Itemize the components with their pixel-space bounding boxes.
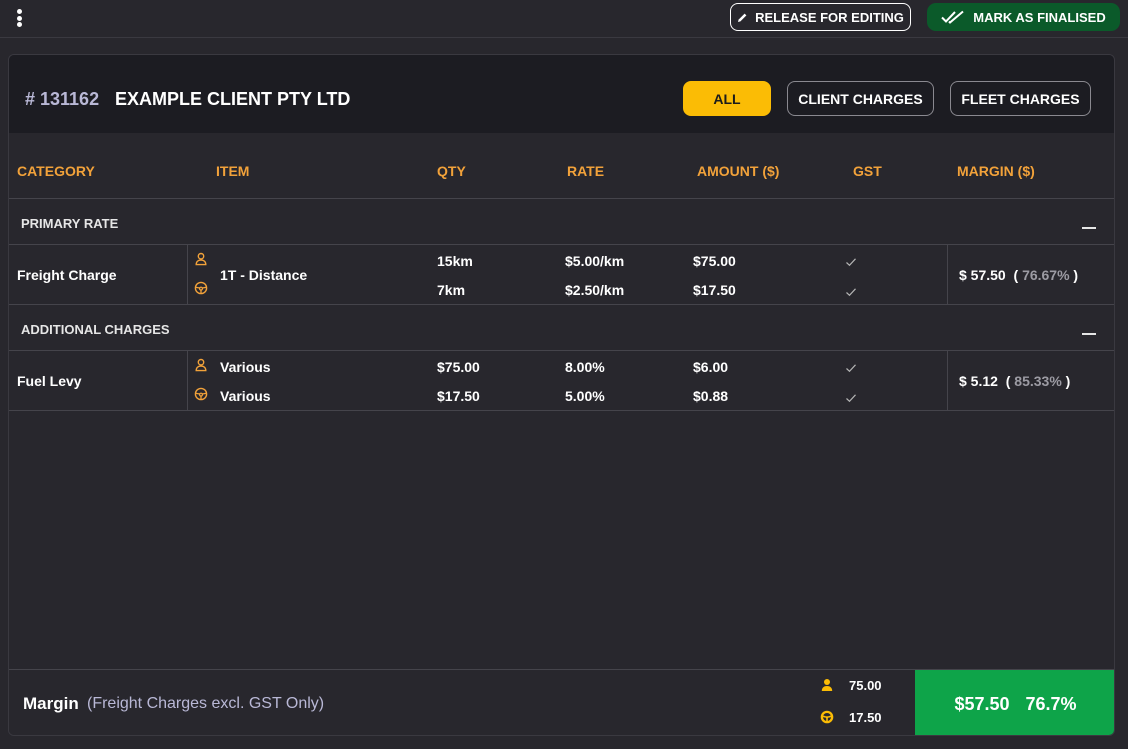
more-menu-icon[interactable]: [15, 9, 25, 27]
filter-fleet-charges-button[interactable]: FLEET CHARGES: [950, 81, 1091, 116]
fleet-total: 17.50: [849, 710, 882, 725]
top-bar: RELEASE FOR EDITING MARK AS FINALISED: [0, 0, 1128, 38]
section-title: ADDITIONAL CHARGES: [21, 322, 170, 337]
margin-footer: Margin (Freight Charges excl. GST Only) …: [9, 669, 1114, 735]
collapse-icon[interactable]: [1082, 227, 1096, 229]
margin-percent: 85.33%: [1014, 373, 1062, 389]
steering-wheel-icon: [194, 387, 208, 401]
fleet-rate: $2.50/km: [565, 282, 625, 298]
table-row-freight-charge: Freight Charge 1T - Distance 15km $5.00/…: [9, 245, 1114, 305]
margin-amount: $ 5.12: [959, 373, 998, 389]
client-name: EXAMPLE CLIENT PTY LTD: [115, 89, 351, 109]
person-icon: [194, 252, 208, 266]
release-for-editing-button[interactable]: RELEASE FOR EDITING: [730, 3, 911, 31]
fleet-qty: 7km: [437, 282, 466, 298]
person-icon: [820, 678, 834, 692]
client-qty: 15km: [437, 253, 473, 269]
check-icon: [845, 363, 857, 373]
table-header: CATEGORY ITEM QTY RATE AMOUNT ($) GST MA…: [9, 133, 1114, 199]
finalise-label: MARK AS FINALISED: [973, 9, 1106, 25]
collapse-icon[interactable]: [1082, 333, 1096, 335]
client-amount: $6.00: [693, 359, 729, 375]
client-amount: $75.00: [693, 253, 736, 269]
table-row-fuel-levy: Fuel Levy Various Various $75.00 8.00% $…: [9, 351, 1114, 411]
panel-header: # 131162 EXAMPLE CLIENT PTY LTD ALL CLIE…: [9, 55, 1114, 133]
column-margin: MARGIN ($): [957, 163, 1035, 179]
pencil-icon: [738, 13, 747, 22]
client-rate: $5.00/km: [565, 253, 625, 269]
fleet-rate: 5.00%: [565, 388, 605, 404]
margin-total-amount: $57.50: [954, 693, 1010, 714]
job-number: # 131162: [25, 89, 100, 109]
column-category: CATEGORY: [17, 163, 95, 179]
fleet-qty: $17.50: [437, 388, 480, 404]
row-category: Freight Charge: [17, 267, 117, 283]
column-rate: RATE: [567, 163, 605, 179]
mark-as-finalised-button[interactable]: MARK AS FINALISED: [927, 3, 1120, 31]
check-icon: [845, 257, 857, 267]
column-item: ITEM: [216, 163, 250, 179]
client-total: 75.00: [849, 678, 882, 693]
row-margin: $ 5.12 ( 85.33% ): [959, 373, 1071, 389]
column-amount: AMOUNT ($): [697, 163, 780, 179]
fleet-item: Various: [220, 388, 271, 404]
section-primary-rate: PRIMARY RATE: [9, 199, 1114, 245]
fleet-amount: $17.50: [693, 282, 736, 298]
check-icon: [845, 287, 857, 297]
section-additional-charges: ADDITIONAL CHARGES: [9, 305, 1114, 351]
margin-amount: $ 57.50: [959, 267, 1006, 283]
person-icon: [194, 358, 208, 372]
margin-total-badge: $57.50 76.7%: [915, 670, 1114, 735]
double-check-icon: [941, 10, 964, 24]
column-gst: GST: [853, 163, 882, 179]
row-item: 1T - Distance: [220, 267, 308, 283]
section-title: PRIMARY RATE: [21, 216, 119, 231]
fleet-amount: $0.88: [693, 388, 729, 404]
column-qty: QTY: [437, 163, 466, 179]
margin-total-percent: 76.7%: [1025, 693, 1077, 714]
client-qty: $75.00: [437, 359, 480, 375]
steering-wheel-icon: [820, 710, 834, 724]
filter-all-button[interactable]: ALL: [683, 81, 771, 116]
check-icon: [845, 393, 857, 403]
client-rate: 8.00%: [565, 359, 605, 375]
row-category: Fuel Levy: [17, 373, 82, 389]
row-margin: $ 57.50 ( 76.67% ): [959, 267, 1079, 283]
filter-client-charges-button[interactable]: CLIENT CHARGES: [787, 81, 934, 116]
client-item: Various: [220, 359, 271, 375]
release-label: RELEASE FOR EDITING: [755, 9, 904, 25]
charges-panel: # 131162 EXAMPLE CLIENT PTY LTD ALL CLIE…: [8, 54, 1115, 736]
steering-wheel-icon: [194, 281, 208, 295]
margin-percent: 76.67%: [1022, 267, 1070, 283]
footer-label: Margin: [23, 694, 79, 713]
footer-sublabel: (Freight Charges excl. GST Only): [87, 695, 325, 712]
